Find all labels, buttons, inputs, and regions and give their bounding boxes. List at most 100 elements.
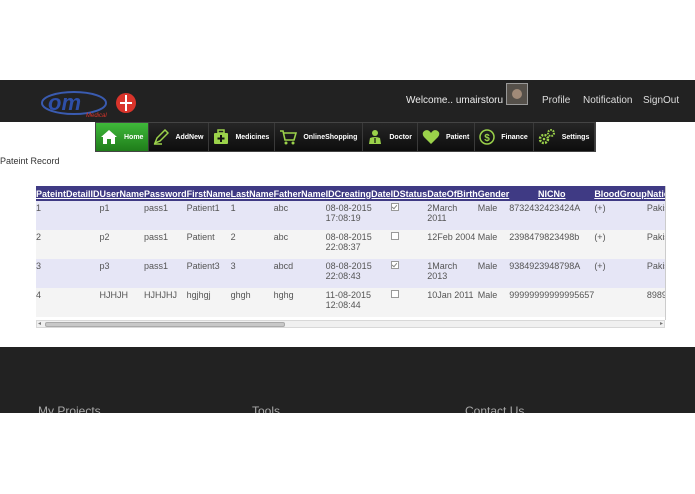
cell-creating-date: 11-08-2015 12:08:44 [325,288,391,317]
dob-part: 12Feb 2004 [427,232,476,242]
cell-bloodgroup: (+) [594,259,647,288]
cell-username: HJHJH [99,288,145,317]
table-row[interactable]: 3 p3 pass1 Patient3 3 abcd 08-08-2015 22:… [36,259,665,288]
menu-item-label: Patient [445,133,470,141]
menu-item-settings[interactable]: Settings [533,123,596,151]
cell-nic: 8732432423424A [509,201,595,230]
scroll-left-icon[interactable]: ◂ [38,320,41,327]
col-header[interactable]: Password [144,186,187,201]
menu-item-finance[interactable]: $ Finance [475,123,534,151]
col-header[interactable]: PateintDetailID [36,186,100,201]
scrollbar-thumb[interactable] [45,322,285,327]
time-part: 17:08:19 [325,213,361,223]
cell-nic: 99999999999995657 [509,288,595,317]
cell-password: HJHJHJ [144,288,187,317]
col-header[interactable]: IDStatus [390,186,428,201]
signout-link[interactable]: SignOut [643,95,679,106]
cell-creating-date: 08-08-2015 22:08:37 [325,230,391,259]
menu-item-medicines[interactable]: Medicines [209,123,276,151]
cell-firstname: Patient1 [186,201,231,230]
cell-dob: 2March 2011 [427,201,478,230]
menu-item-doctor[interactable]: Doctor [363,123,418,151]
cell-creating-date: 08-08-2015 17:08:19 [325,201,391,230]
profile-link[interactable]: Profile [542,95,570,106]
scroll-right-icon[interactable]: ▸ [660,320,663,327]
heart-icon [422,130,440,144]
cell-bloodgroup: (+) [594,201,647,230]
cell-status [390,288,428,317]
date-part: 08-08-2015 [325,261,372,271]
dob-part: 10Jan 2011 [427,290,474,300]
status-checkbox[interactable] [390,261,399,269]
cell-lastname: 3 [230,259,274,288]
col-header[interactable]: BloodGroup [594,186,647,201]
cell-username: p1 [99,201,145,230]
cell-status [390,201,428,230]
cell-firstname: hgjhgj [186,288,231,317]
cell-password: pass1 [144,259,187,288]
page-title: Pateint Record [0,156,60,166]
col-header[interactable]: LastName [230,186,274,201]
cell-lastname: 1 [230,201,274,230]
dob-part: 1March [427,261,458,271]
time-part: 12:08:44 [325,300,361,310]
top-navbar: om Medical Welcome.. umairstoru Profile … [0,80,695,122]
cell-fathername: hghg [273,288,326,317]
welcome-text: Welcome.. umairstoru [406,95,504,106]
dob-part: 2013 [427,271,448,281]
horizontal-scrollbar[interactable]: ◂ ▸ [36,320,665,328]
date-part: 11-08-2015 [325,290,372,300]
footer-heading-contact: Contact Us [465,404,525,413]
col-header[interactable]: FirstName [186,186,231,201]
menu-item-label: Medicines [235,133,270,141]
cell-status [390,230,428,259]
menu-item-onlineshopping[interactable]: OnlineShopping [275,123,364,151]
menu-item-label: Settings [561,133,590,141]
cell-lastname: 2 [230,230,274,259]
footer: My Projects Tools Contact Us [0,347,695,413]
doctor-icon [369,130,382,144]
cell-nationality: Pakistani [646,201,665,230]
cell-lastname: ghgh [230,288,274,317]
col-header[interactable]: Gender [477,186,510,201]
dollar-icon: $ [479,129,496,145]
status-checkbox[interactable] [390,203,399,211]
avatar[interactable] [506,83,528,105]
table-row[interactable]: 1 p1 pass1 Patient1 1 abc 08-08-2015 17:0… [36,201,665,230]
cell-dob: 12Feb 2004 [427,230,478,259]
col-header[interactable]: Nationality [646,186,665,201]
cell-id: 1 [36,201,100,230]
table-row[interactable]: 2 p2 pass1 Patient 2 abc 08-08-2015 22:08… [36,230,665,259]
cell-username: p3 [99,259,145,288]
svg-text:$: $ [485,133,491,144]
menu-item-patient[interactable]: Patient [417,123,476,151]
cell-gender: Male [477,230,510,259]
cell-id: 2 [36,230,100,259]
menu-item-addnew[interactable]: AddNew [149,123,210,151]
menu-item-label: Doctor [389,133,412,141]
cell-nationality: Pakistani [646,230,665,259]
cell-nic: 9384923948798A [509,259,595,288]
time-part: 22:08:37 [325,242,361,252]
cell-password: pass1 [144,230,187,259]
col-header[interactable]: UserName [99,186,145,201]
notification-link[interactable]: Notification [583,95,632,106]
footer-heading-projects: My Projects [38,404,101,413]
col-header[interactable]: NICNo [509,186,595,201]
cell-dob: 1March 2013 [427,259,478,288]
cell-password: pass1 [144,201,187,230]
cell-fathername: abc [273,230,326,259]
col-header[interactable]: DateOfBirth [427,186,478,201]
table-row[interactable]: 4 HJHJH HJHJHJ hgjhgj ghgh hghg 11-08-20… [36,288,665,317]
cell-gender: Male [477,259,510,288]
status-checkbox[interactable] [390,290,399,298]
col-header[interactable]: IDCreatingDate [325,186,391,201]
patient-grid: PateintDetailID UserName Password FirstN… [36,186,666,320]
medkit-icon [214,129,229,144]
app-logo[interactable]: om Medical [40,89,140,119]
col-header[interactable]: FatherName [273,186,326,201]
status-checkbox[interactable] [390,232,399,240]
menu-item-label: OnlineShopping [303,133,358,141]
cell-fathername: abc [273,201,326,230]
menu-item-home[interactable]: Home [96,123,150,151]
